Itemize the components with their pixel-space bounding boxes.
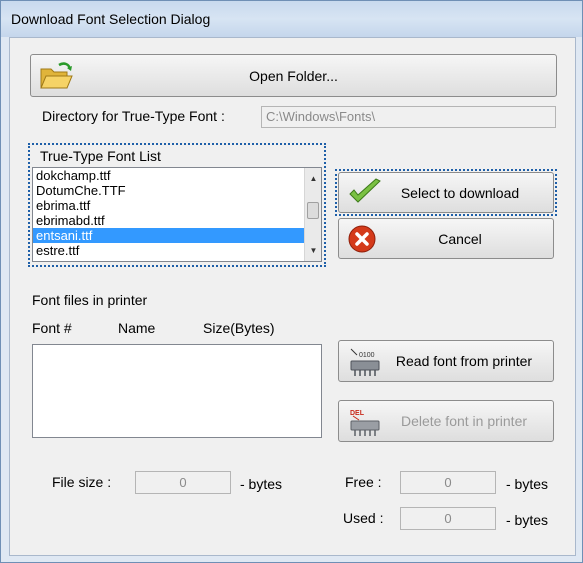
checkmark-icon (347, 177, 383, 209)
font-list-scrollbar[interactable]: ▲ ▼ (304, 168, 321, 261)
font-listbox[interactable]: dokchamp.ttf DotumChe.TTF ebrima.ttf ebrima… (32, 167, 322, 262)
font-list-items: dokchamp.ttf DotumChe.TTF ebrima.ttf ebrima… (33, 168, 321, 258)
cancel-button[interactable]: Cancel (338, 218, 554, 259)
printer-chip-icon: 0100 (347, 345, 383, 379)
scroll-up-icon[interactable]: ▲ (305, 170, 321, 187)
font-list-item[interactable]: ebrimabd.ttf (33, 213, 321, 228)
printer-fonts-label: Font files in printer (32, 292, 148, 308)
read-font-button[interactable]: 0100 Read font from printer (338, 340, 554, 382)
folder-icon (39, 61, 73, 91)
font-list-item[interactable]: entsani.ttf (33, 228, 321, 243)
dialog-window: Download Font Selection Dialog Open Fold… (0, 0, 583, 563)
printer-font-listbox[interactable] (32, 344, 322, 438)
cancel-x-icon (347, 224, 377, 254)
open-folder-label: Open Folder... (249, 67, 338, 84)
svg-text:DEL: DEL (350, 410, 365, 417)
select-to-download-button[interactable]: Select to download (338, 172, 554, 213)
used-unit: - bytes (506, 512, 549, 528)
font-list-label: True-Type Font List (40, 148, 161, 164)
used-field: 0 (400, 507, 496, 530)
column-size: Size(Bytes) (203, 320, 275, 336)
directory-label: Directory for True-Type Font : (42, 108, 225, 124)
font-list-item[interactable]: ebrima.ttf (33, 198, 321, 213)
free-label: Free : (345, 474, 382, 490)
title-bar[interactable]: Download Font Selection Dialog (1, 1, 582, 37)
free-unit: - bytes (506, 476, 549, 492)
scroll-down-icon[interactable]: ▼ (305, 242, 321, 259)
font-list-item[interactable]: estre.ttf (33, 243, 321, 258)
file-size-unit: - bytes (240, 476, 283, 492)
font-list-item[interactable]: DotumChe.TTF (33, 183, 321, 198)
scroll-thumb[interactable] (307, 202, 319, 219)
column-font-number: Font # (32, 320, 72, 336)
delete-font-button[interactable]: DEL Delete font in printer (338, 400, 554, 442)
svg-text:0100: 0100 (359, 352, 375, 359)
used-label: Used : (343, 510, 384, 526)
file-size-field: 0 (135, 471, 231, 494)
dialog-client-area: Open Folder... Directory for True-Type F… (9, 37, 576, 556)
delete-chip-icon: DEL (347, 405, 383, 439)
column-name: Name (118, 320, 156, 336)
open-folder-button[interactable]: Open Folder... (30, 54, 557, 97)
font-list-item[interactable]: dokchamp.ttf (33, 168, 321, 183)
file-size-label: File size : (52, 474, 112, 490)
free-field: 0 (400, 471, 496, 494)
window-title: Download Font Selection Dialog (11, 11, 211, 27)
directory-field: C:\Windows\Fonts\ (261, 106, 556, 128)
